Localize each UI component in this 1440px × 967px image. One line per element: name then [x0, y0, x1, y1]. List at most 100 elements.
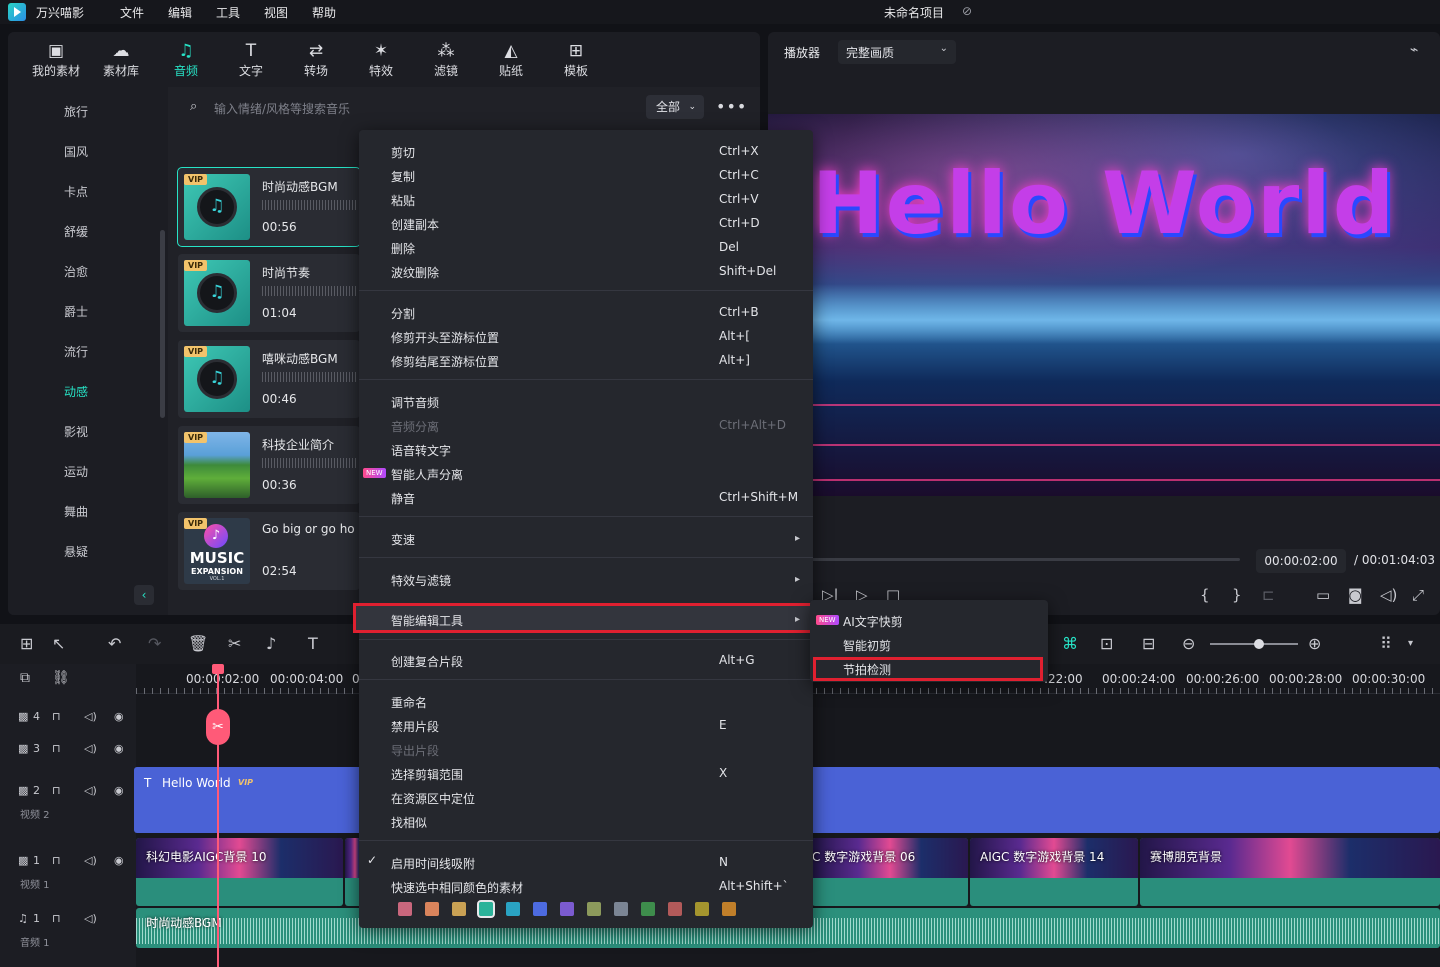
color-swatch[interactable]: [695, 902, 709, 916]
eye-icon[interactable]: ◉: [114, 710, 124, 723]
menu-item-vocal-separation[interactable]: 智能人声分离: [391, 466, 463, 483]
color-swatch[interactable]: [398, 902, 412, 916]
menu-item-paste[interactable]: 粘贴: [391, 192, 415, 209]
tab-transitions[interactable]: ⇄ 转场: [286, 40, 346, 84]
link-icon[interactable]: ⛓: [52, 670, 70, 686]
audio-card[interactable]: ♪ MUSIC EXPANSION VOL.1 VIP Go big or go…: [178, 512, 360, 590]
display-icon[interactable]: ▭: [1316, 586, 1330, 604]
menu-tools[interactable]: 工具: [216, 4, 240, 21]
add-track-icon[interactable]: ⧉: [20, 670, 30, 686]
snapshot-icon[interactable]: ◙: [1348, 586, 1363, 604]
filter-dropdown[interactable]: 全部 ⌄: [646, 95, 704, 119]
playback-scrubber[interactable]: [810, 558, 1240, 561]
text-tool-icon[interactable]: T: [308, 634, 318, 653]
color-swatch[interactable]: [425, 902, 439, 916]
delete-icon[interactable]: 🗑: [188, 634, 208, 653]
layout-icon[interactable]: ⊞: [20, 634, 33, 653]
tab-audio[interactable]: ♫ 音频: [156, 40, 216, 84]
menu-item-ripple-delete[interactable]: 波纹删除: [391, 264, 439, 281]
menu-item-timeline-snap[interactable]: 启用时间线吸附: [391, 855, 475, 872]
menu-item-trim-end[interactable]: 修剪结尾至游标位置: [391, 353, 499, 370]
select-tool-icon[interactable]: ↖: [52, 634, 65, 653]
lock-icon[interactable]: ⊓: [52, 912, 61, 925]
auto-ripple-icon[interactable]: ⊡: [1100, 634, 1113, 653]
color-swatch[interactable]: [477, 900, 495, 918]
more-options-icon[interactable]: •••: [716, 97, 747, 116]
video-clip[interactable]: AIGC 数字游戏背景 14: [970, 838, 1138, 906]
tab-templates[interactable]: ⊞ 模板: [546, 40, 606, 84]
tab-filters[interactable]: ⁂ 滤镜: [416, 40, 476, 84]
menu-item-effects-filters[interactable]: 特效与滤镜: [391, 572, 451, 589]
search-input[interactable]: ⌕ 输入情绪/风格等搜索音乐: [178, 95, 658, 121]
grid-menu-icon[interactable]: ⠿: [1380, 634, 1392, 653]
tab-stickers[interactable]: ◭ 贴纸: [481, 40, 541, 84]
category-item[interactable]: 国风: [8, 143, 144, 160]
menu-item-adjust-audio[interactable]: 调节音频: [391, 394, 439, 411]
category-item[interactable]: 舞曲: [8, 503, 144, 520]
category-item[interactable]: 运动: [8, 463, 144, 480]
menu-item-split[interactable]: 分割: [391, 305, 415, 322]
tab-stock-library[interactable]: ☁ 素材库: [91, 40, 151, 84]
category-item[interactable]: 爵士: [8, 303, 144, 320]
zoom-in-icon[interactable]: ⊕: [1308, 634, 1321, 653]
menu-item-select-same-color[interactable]: 快速选中相同颜色的素材: [391, 879, 523, 896]
insert-icon[interactable]: ⊏: [1262, 586, 1275, 604]
category-item[interactable]: 流行: [8, 343, 144, 360]
menu-item-mute[interactable]: 静音: [391, 490, 415, 507]
color-swatch[interactable]: [452, 902, 466, 916]
menu-file[interactable]: 文件: [120, 4, 144, 21]
audio-card[interactable]: VIP 嘻咪动感BGM 00:46: [178, 340, 360, 418]
fit-icon[interactable]: ⊟: [1142, 634, 1155, 653]
waveform-view-icon[interactable]: ⌁: [1410, 42, 1418, 58]
lock-icon[interactable]: ⊓: [52, 710, 61, 723]
undo-icon[interactable]: ↶: [108, 634, 121, 653]
volume-icon[interactable]: ◁): [84, 912, 97, 925]
audio-card[interactable]: VIP 科技企业简介 00:36: [178, 426, 360, 504]
video-clip[interactable]: C 数字游戏背景 06: [812, 838, 968, 906]
volume-icon[interactable]: ◁): [84, 854, 97, 867]
tab-text[interactable]: T 文字: [221, 40, 281, 84]
collapse-sidebar-button[interactable]: ‹: [134, 585, 154, 605]
color-swatch[interactable]: [641, 902, 655, 916]
menu-item-locate-in-media[interactable]: 在资源区中定位: [391, 790, 475, 807]
menu-item-copy[interactable]: 复制: [391, 168, 415, 185]
snap-icon[interactable]: ⌘: [1062, 634, 1078, 653]
category-item[interactable]: 旅行: [8, 103, 144, 120]
menu-item-speed[interactable]: 变速: [391, 531, 415, 548]
category-item[interactable]: 悬疑: [8, 543, 144, 560]
category-scrollbar[interactable]: [160, 230, 165, 418]
menu-item-speech-to-text[interactable]: 语音转文字: [391, 442, 451, 459]
menu-item-select-range[interactable]: 选择剪辑范围: [391, 766, 463, 783]
submenu-item-beat-detection[interactable]: 节拍检测: [843, 661, 891, 678]
lock-icon[interactable]: ⊓: [52, 784, 61, 797]
eye-icon[interactable]: ◉: [114, 784, 124, 797]
color-swatch[interactable]: [587, 902, 601, 916]
color-swatch[interactable]: [506, 902, 520, 916]
menu-view[interactable]: 视图: [264, 4, 288, 21]
cut-icon[interactable]: ✂: [228, 634, 241, 653]
quality-dropdown[interactable]: 完整画质 ⌄: [838, 40, 956, 64]
category-item[interactable]: 舒缓: [8, 223, 144, 240]
menu-item-duplicate[interactable]: 创建副本: [391, 216, 439, 233]
volume-icon[interactable]: ◁): [84, 742, 97, 755]
color-swatch[interactable]: [668, 902, 682, 916]
zoom-out-icon[interactable]: ⊖: [1182, 634, 1195, 653]
tab-effects[interactable]: ✶ 特效: [351, 40, 411, 84]
redo-icon[interactable]: ↷: [148, 634, 161, 653]
tab-my-media[interactable]: ▣ 我的素材: [26, 40, 86, 84]
volume-icon[interactable]: ◁): [1380, 586, 1397, 604]
category-item[interactable]: 影视: [8, 423, 144, 440]
menu-item-cut[interactable]: 剪切: [391, 144, 415, 161]
menu-item-create-compound[interactable]: 创建复合片段: [391, 653, 463, 670]
chevron-down-icon[interactable]: ▾: [1408, 638, 1413, 649]
mark-in-icon[interactable]: {: [1200, 586, 1210, 604]
menu-item-disable-clip[interactable]: 禁用片段: [391, 718, 439, 735]
audio-card[interactable]: VIP 时尚节奏 01:04: [178, 254, 360, 332]
color-swatch[interactable]: [722, 902, 736, 916]
mark-out-icon[interactable]: }: [1232, 586, 1242, 604]
volume-icon[interactable]: ◁): [84, 784, 97, 797]
color-swatch[interactable]: [533, 902, 547, 916]
menu-edit[interactable]: 编辑: [168, 4, 192, 21]
submenu-item-ai-text-edit[interactable]: AI文字快剪: [843, 613, 903, 630]
audio-edit-icon[interactable]: ♪: [266, 634, 276, 653]
